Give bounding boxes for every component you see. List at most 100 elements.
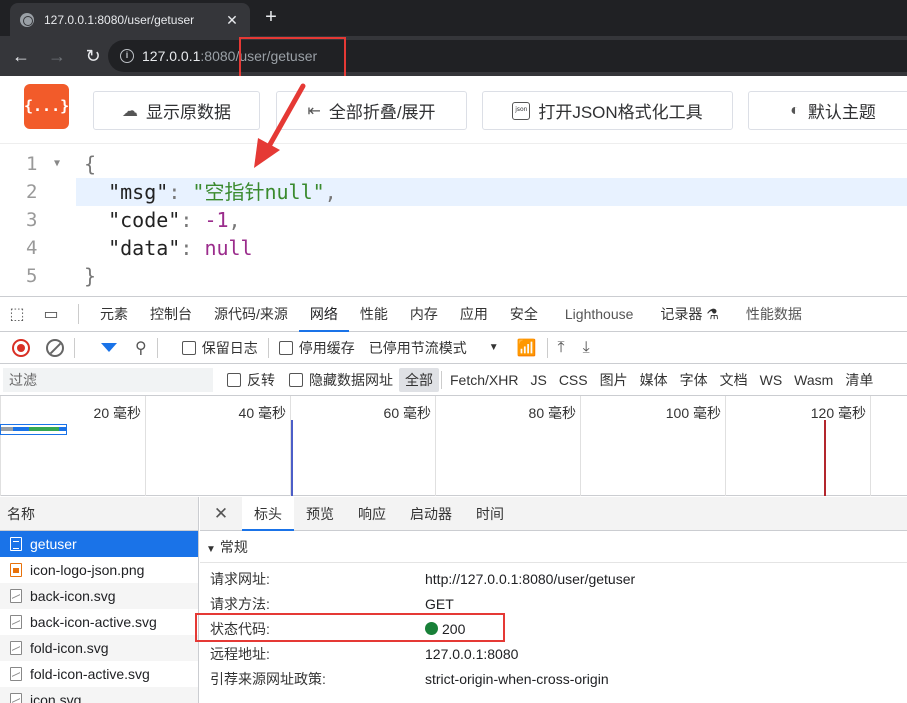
filter-type-img[interactable]: 图片 [594, 368, 634, 392]
divider [441, 370, 442, 389]
address-bar[interactable]: i 127.0.0.1:8080/user/getuser [108, 40, 907, 72]
request-row[interactable]: back-icon.svg [0, 583, 198, 609]
record-icon[interactable] [12, 338, 30, 357]
timeline-gridline [725, 396, 726, 496]
url-path: /user/getuser [235, 48, 318, 64]
header-row-request-method: 请求方法: GET [200, 592, 907, 617]
show-raw-button[interactable]: ☁ 显示原数据 [93, 91, 260, 130]
close-icon[interactable]: ✕ [200, 504, 242, 524]
timeline-label: 100 毫秒 [665, 405, 721, 421]
request-row[interactable]: fold-icon-active.svg [0, 661, 198, 687]
image-file-icon [10, 563, 22, 577]
export-har-icon[interactable]: ⤓ [583, 339, 590, 357]
checkbox-icon [181, 340, 196, 355]
info-icon[interactable]: i [120, 49, 134, 63]
timeline-gridline [0, 396, 1, 496]
network-overview-timeline[interactable]: 20 毫秒 40 毫秒 60 毫秒 80 毫秒 100 毫秒 120 毫秒 [0, 396, 907, 496]
filter-type-fetch[interactable]: Fetch/XHR [444, 368, 524, 392]
request-row[interactable]: back-icon-active.svg [0, 609, 198, 635]
load-event-marker [824, 420, 826, 496]
header-row-referrer-policy: 引荐来源网址政策: strict-origin-when-cross-origi… [200, 667, 907, 692]
open-formatter-label: 打开JSON格式化工具 [538, 103, 703, 122]
hide-data-urls-checkbox[interactable]: 隐藏数据网址 [289, 370, 393, 390]
tab-timing[interactable]: 时间 [464, 497, 516, 531]
device-toolbar-icon[interactable]: ▭ [34, 304, 68, 324]
globe-icon [20, 12, 34, 27]
tab-response[interactable]: 响应 [346, 497, 398, 531]
forward-icon[interactable]: → [42, 41, 72, 71]
network-toolbar: ⚲ 保留日志 停用缓存 已停用节流模式 ▼ 📶 ⤒ ⤓ [0, 332, 907, 364]
tab-elements[interactable]: 元素 [89, 297, 139, 332]
preserve-log-checkbox[interactable]: 保留日志 [181, 338, 258, 358]
cloud-icon: ☁ [122, 102, 138, 120]
filter-input[interactable]: 过滤 [3, 367, 213, 392]
divider [267, 337, 269, 358]
tab-performance[interactable]: 性能 [349, 297, 399, 332]
divider [156, 337, 158, 358]
request-row[interactable]: getuser [0, 531, 198, 557]
tab-preview[interactable]: 预览 [294, 497, 346, 531]
tab-lighthouse[interactable]: Lighthouse [549, 297, 650, 332]
code-line: { [84, 152, 97, 176]
header-row-remote-address: 远程地址: 127.0.0.1:8080 [200, 642, 907, 667]
tab-headers[interactable]: 标头 [242, 496, 294, 531]
tab-application[interactable]: 应用 [449, 297, 499, 332]
disable-cache-checkbox[interactable]: 停用缓存 [278, 338, 355, 358]
header-key: 状态代码: [210, 621, 270, 637]
theme-button[interactable]: ◐ 默认主题 [748, 91, 907, 130]
tab-close-icon[interactable]: ✕ [224, 12, 240, 28]
header-value: http://127.0.0.1:8080/user/getuser [425, 571, 636, 587]
filter-type-ws[interactable]: WS [754, 368, 789, 392]
filter-type-font[interactable]: 字体 [674, 368, 714, 392]
filter-icon[interactable] [101, 343, 117, 352]
tab-security[interactable]: 安全 [499, 297, 549, 332]
fold-arrow-icon[interactable]: ▼ [54, 150, 60, 178]
detail-tab-bar: ✕ 标头 预览 响应 启动器 时间 [200, 496, 907, 531]
filter-type-manifest[interactable]: 清单 [839, 368, 879, 392]
json-viewer-toolbar: {...} ☁ 显示原数据 ⇤ 全部折叠/展开 json 打开JSON格式化工具… [0, 76, 907, 144]
browser-tab-strip: 127.0.0.1:8080/user/getuser ✕ + [0, 0, 907, 36]
svg-file-icon [10, 589, 22, 603]
header-key: 远程地址: [210, 646, 270, 662]
request-row[interactable]: icon-logo-json.png [0, 557, 198, 583]
filter-type-wasm[interactable]: Wasm [788, 368, 839, 392]
tab-memory[interactable]: 内存 [399, 297, 449, 332]
throttling-select[interactable]: 已停用节流模式 ▼ [369, 338, 499, 358]
filter-type-doc[interactable]: 文档 [714, 368, 754, 392]
tab-recorder[interactable]: 记录器 ⚗ [649, 297, 729, 332]
header-key: 请求方法: [210, 596, 270, 612]
new-tab-button[interactable]: + [258, 5, 284, 31]
tab-sources[interactable]: 源代码/来源 [203, 297, 299, 332]
palette-icon: ◐ [790, 101, 800, 119]
browser-tab[interactable]: 127.0.0.1:8080/user/getuser ✕ [10, 3, 250, 36]
request-waterfall-bar [0, 424, 67, 435]
filter-type-media[interactable]: 媒体 [634, 368, 674, 392]
search-icon[interactable]: ⚲ [135, 338, 147, 358]
clear-icon[interactable] [46, 338, 64, 357]
tab-console[interactable]: 控制台 [139, 297, 203, 332]
invert-checkbox[interactable]: 反转 [227, 370, 275, 390]
general-section-header[interactable]: ▼ 常规 [200, 531, 907, 563]
msg-value: "空指针null" [192, 180, 325, 204]
filter-type-all[interactable]: 全部 [399, 367, 439, 392]
network-conditions-icon[interactable]: 📶 [517, 338, 537, 358]
open-formatter-button[interactable]: json 打开JSON格式化工具 [482, 91, 733, 130]
filter-type-js[interactable]: JS [524, 368, 552, 392]
tab-initiator[interactable]: 启动器 [398, 497, 464, 531]
network-filter-bar: 过滤 反转 隐藏数据网址 全部 Fetch/XHR JS CSS 图片 媒体 字… [0, 364, 907, 396]
reload-icon[interactable]: ↻ [78, 41, 108, 71]
header-key: 引荐来源网址政策: [210, 671, 326, 687]
name-column-header[interactable]: 名称 [0, 497, 198, 531]
fold-all-button[interactable]: ⇤ 全部折叠/展开 [276, 91, 467, 130]
divider [546, 337, 548, 358]
checkbox-icon [278, 340, 293, 355]
tab-network[interactable]: 网络 [298, 297, 349, 332]
tab-performance-insights[interactable]: 性能数据 [730, 297, 818, 332]
svg-file-icon [10, 615, 22, 629]
inspect-element-icon[interactable]: ⬚ [0, 304, 34, 324]
filter-type-css[interactable]: CSS [553, 368, 594, 392]
back-icon[interactable]: ← [6, 41, 36, 71]
import-har-icon[interactable]: ⤒ [558, 339, 565, 357]
request-row[interactable]: fold-icon.svg [0, 635, 198, 661]
request-row[interactable]: icon.svg [0, 687, 198, 703]
